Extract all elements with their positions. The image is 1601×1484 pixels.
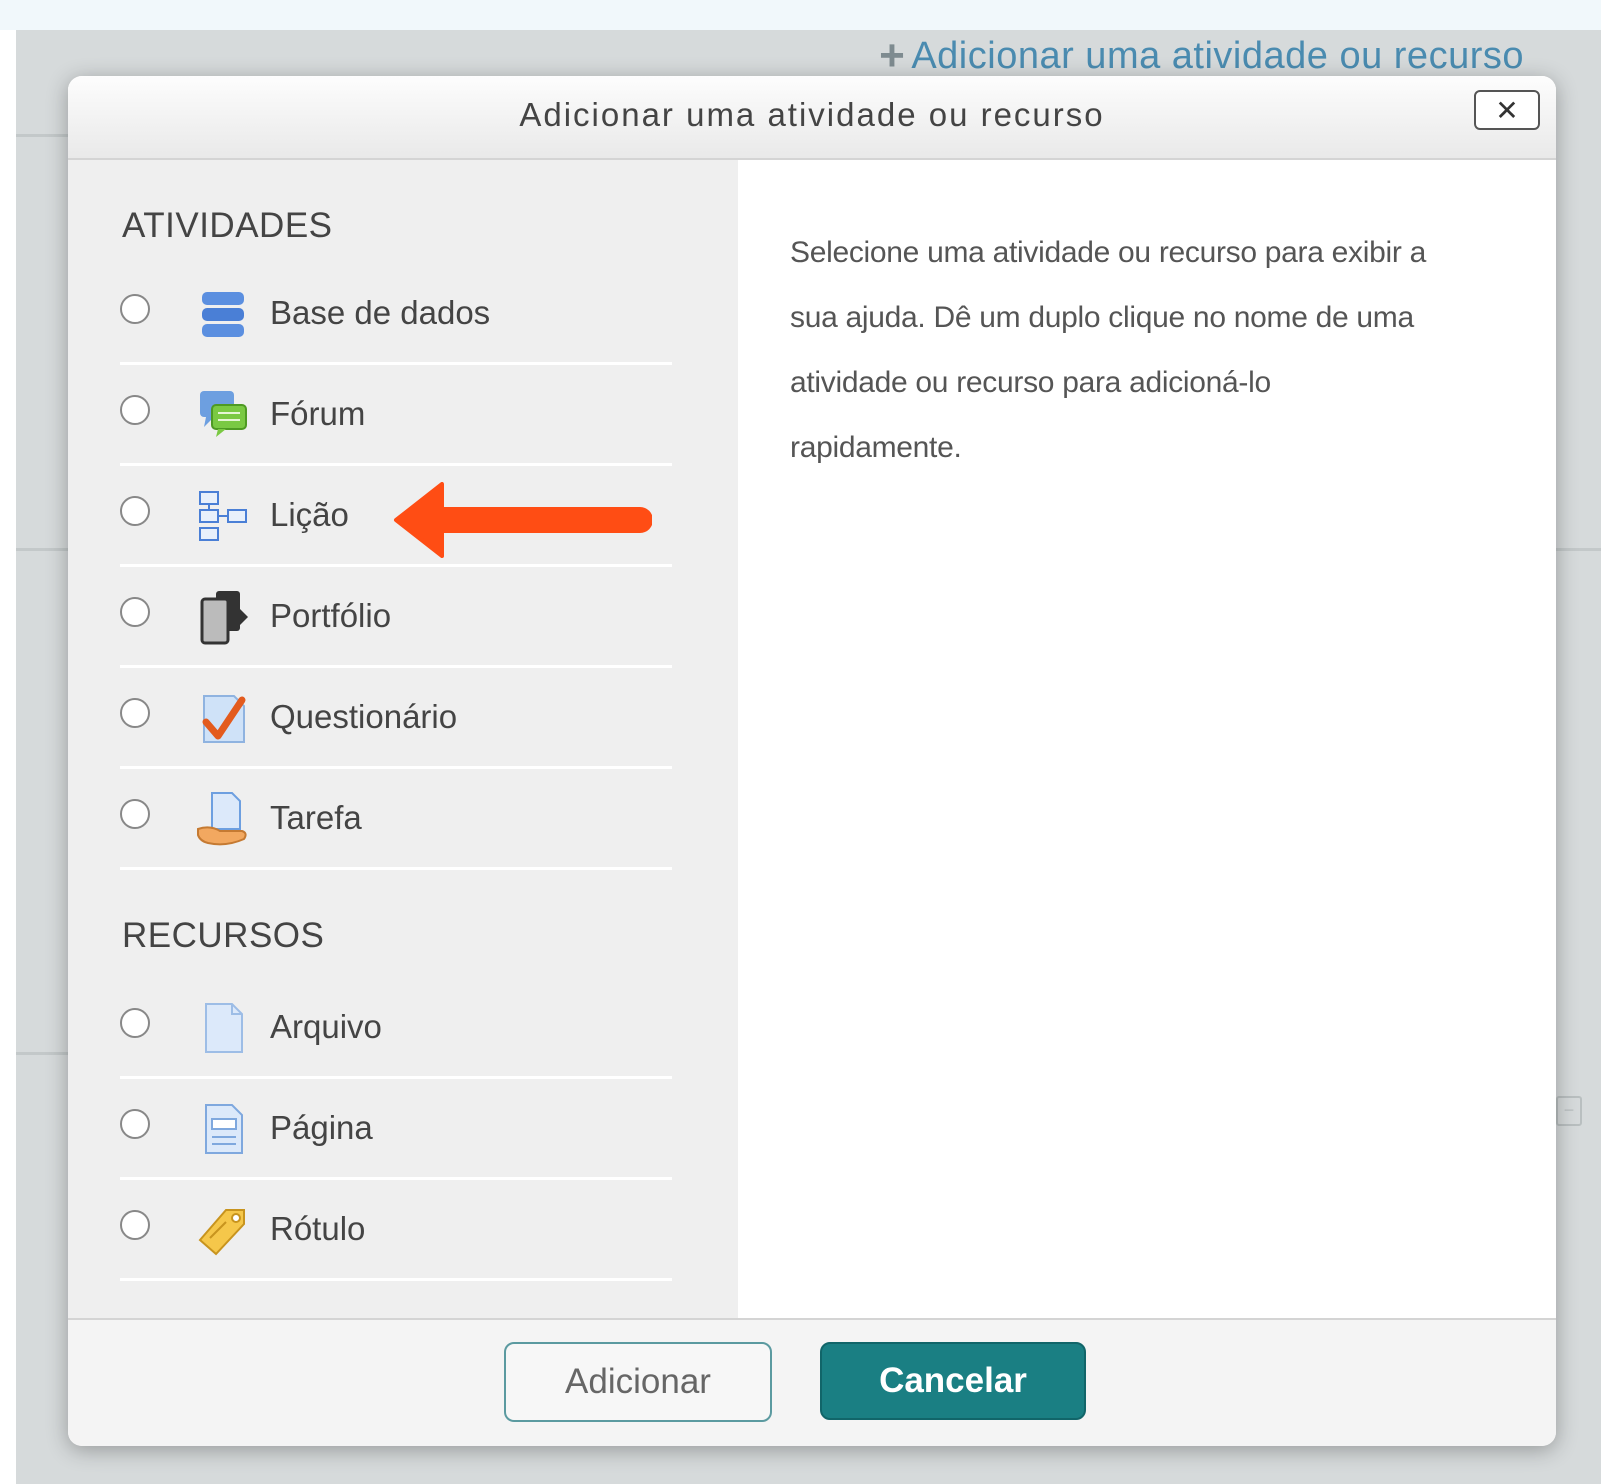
- section-heading-resources: RECURSOS: [122, 916, 325, 955]
- dialog-footer: Adicionar Cancelar: [68, 1318, 1556, 1446]
- dialog-title: Adicionar uma atividade ou recurso: [519, 96, 1105, 133]
- radio-button[interactable]: [120, 1008, 150, 1038]
- background-divider: [16, 134, 76, 137]
- resources-list: Arquivo Página Rótulo: [120, 978, 672, 1281]
- module-option-portfolio[interactable]: Portfólio: [120, 567, 672, 668]
- radio-button[interactable]: [120, 294, 150, 324]
- module-option-page[interactable]: Página: [120, 1079, 672, 1180]
- module-option-forum[interactable]: Fórum: [120, 365, 672, 466]
- radio-button[interactable]: [120, 698, 150, 728]
- assignment-icon: [197, 792, 247, 846]
- top-strip: [0, 0, 1601, 30]
- plus-icon: +: [879, 31, 906, 80]
- help-panel: Selecione uma atividade ou recurso para …: [738, 160, 1556, 1318]
- module-option-label[interactable]: Rótulo: [120, 1180, 672, 1281]
- module-label: Rótulo: [270, 1210, 366, 1247]
- module-label: Página: [270, 1109, 373, 1146]
- radio-button[interactable]: [120, 1210, 150, 1240]
- module-chooser-list[interactable]: ATIVIDADES Base de dados Fórum Lição Por…: [68, 160, 738, 1318]
- module-label: Fórum: [270, 395, 366, 432]
- module-label: Questionário: [270, 698, 458, 735]
- module-label: Tarefa: [270, 799, 362, 836]
- forum-icon: [200, 391, 247, 437]
- close-icon: ✕: [1495, 94, 1519, 126]
- activities-list: Base de dados Fórum Lição Portfólio Ques…: [120, 264, 672, 870]
- close-button[interactable]: ✕: [1474, 90, 1540, 130]
- radio-button[interactable]: [120, 395, 150, 425]
- edit-icon[interactable]: −: [1556, 1096, 1582, 1126]
- module-option-quiz[interactable]: Questionário: [120, 668, 672, 769]
- background-divider: [16, 548, 76, 551]
- module-label: Lição: [270, 496, 349, 533]
- radio-button[interactable]: [120, 799, 150, 829]
- help-text: Selecione uma atividade ou recurso para …: [790, 236, 1426, 464]
- module-option-assignment[interactable]: Tarefa: [120, 769, 672, 870]
- module-label: Portfólio: [270, 597, 392, 634]
- lesson-icon: [199, 491, 247, 541]
- label-icon: [198, 1209, 245, 1256]
- module-option-database[interactable]: Base de dados: [120, 264, 672, 365]
- add-button[interactable]: Adicionar: [504, 1342, 772, 1422]
- page-icon: [205, 1104, 243, 1154]
- add-activity-link-label: Adicionar uma atividade ou recurso: [911, 34, 1524, 77]
- radio-button[interactable]: [120, 597, 150, 627]
- radio-button[interactable]: [120, 496, 150, 526]
- quiz-icon: [202, 695, 246, 743]
- background-divider: [16, 1052, 76, 1055]
- radio-button[interactable]: [120, 1109, 150, 1139]
- database-icon: [202, 292, 244, 337]
- annotation-arrow: [394, 482, 652, 558]
- module-label: Base de dados: [270, 294, 491, 331]
- section-heading-activities: ATIVIDADES: [122, 206, 333, 245]
- cancel-button[interactable]: Cancelar: [820, 1342, 1086, 1420]
- dialog-header: Adicionar uma atividade ou recurso ✕: [68, 76, 1556, 160]
- add-activity-link[interactable]: + Adicionar uma atividade ou recurso: [879, 34, 1524, 78]
- module-label: Arquivo: [270, 1008, 382, 1045]
- file-icon: [205, 1003, 243, 1053]
- portfolio-icon: [200, 591, 248, 645]
- add-activity-dialog: Adicionar uma atividade ou recurso ✕ ATI…: [68, 76, 1556, 1446]
- module-option-file[interactable]: Arquivo: [120, 978, 672, 1079]
